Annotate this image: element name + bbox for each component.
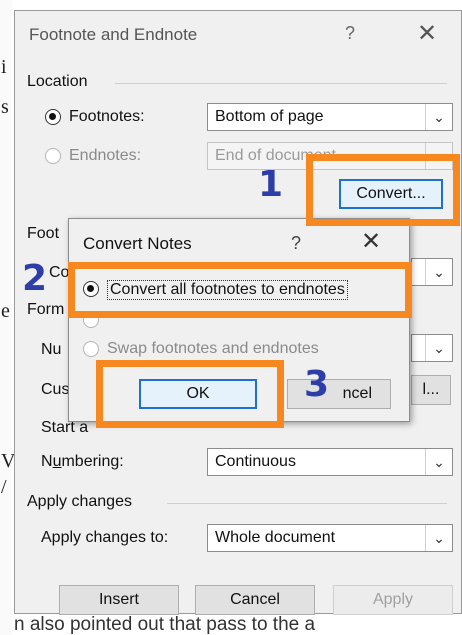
- step-2-marker: 2: [22, 258, 48, 299]
- columns-select[interactable]: ⌄: [411, 258, 453, 286]
- document-fragment: i: [1, 56, 7, 78]
- footnotes-position-value: Bottom of page: [215, 108, 324, 125]
- ok-button-highlight: [96, 360, 284, 428]
- number-format-label: Nu: [41, 341, 62, 358]
- apply-button[interactable]: Apply: [333, 585, 453, 615]
- apply-to-select[interactable]: Whole document ⌄: [207, 524, 453, 552]
- chevron-down-icon: ⌄: [425, 259, 452, 285]
- symbol-button[interactable]: l...: [411, 375, 451, 405]
- dialog-title: Footnote and Endnote: [29, 25, 198, 44]
- document-fragment: /: [1, 476, 7, 498]
- apply-to-value: Whole document: [215, 529, 336, 546]
- footnotes-label: Footnotes:: [69, 108, 145, 125]
- endnotes-radio[interactable]: [45, 148, 61, 164]
- numbering-value: Continuous: [215, 453, 296, 470]
- step-1-marker: 1: [258, 164, 284, 205]
- convert-cancel-button[interactable]: ncel: [287, 379, 391, 409]
- section-divider: [115, 83, 447, 84]
- columns-label: Co: [49, 264, 70, 281]
- document-fragment: s: [1, 96, 9, 118]
- footnotes-position-select[interactable]: Bottom of page ⌄: [207, 103, 453, 131]
- help-icon[interactable]: ?: [291, 233, 301, 254]
- step-3-marker: 3: [304, 364, 330, 405]
- chevron-down-icon: ⌄: [425, 525, 452, 551]
- chevron-down-icon: ⌄: [425, 104, 452, 130]
- apply-to-label: Apply changes to:: [41, 529, 169, 546]
- format-section-heading: Form: [27, 301, 65, 318]
- document-text-line: n also pointed out that pass to the a: [14, 614, 316, 635]
- cancel-button[interactable]: Cancel: [195, 585, 315, 615]
- apply-changes-section-heading: Apply changes: [27, 493, 132, 510]
- endnotes-label: Endnotes:: [69, 147, 142, 164]
- chevron-down-icon: ⌄: [425, 449, 452, 475]
- insert-button[interactable]: Insert: [59, 585, 179, 615]
- numbering-select[interactable]: Continuous ⌄: [207, 448, 453, 476]
- location-section-heading: Location: [27, 73, 88, 90]
- document-fragment: e: [1, 300, 10, 322]
- custom-mark-label: Cus: [41, 381, 70, 398]
- swap-notes-label: Swap footnotes and endnotes: [107, 340, 319, 357]
- numbering-label: Numbering:: [41, 453, 124, 470]
- close-icon[interactable]: ✕: [417, 19, 437, 48]
- convert-button-highlight: [306, 154, 460, 226]
- chevron-down-icon: ⌄: [425, 335, 452, 361]
- swap-notes-radio[interactable]: [83, 341, 99, 357]
- footnotes-radio[interactable]: [45, 109, 61, 125]
- footnote-layout-section-heading: Foot: [27, 225, 60, 242]
- convert-dialog-title: Convert Notes: [83, 234, 192, 253]
- convert-option-highlight: [68, 262, 412, 318]
- number-format-select[interactable]: ⌄: [411, 334, 453, 362]
- help-icon[interactable]: ?: [345, 23, 355, 44]
- section-divider: [167, 503, 447, 504]
- close-icon[interactable]: ✕: [361, 227, 381, 256]
